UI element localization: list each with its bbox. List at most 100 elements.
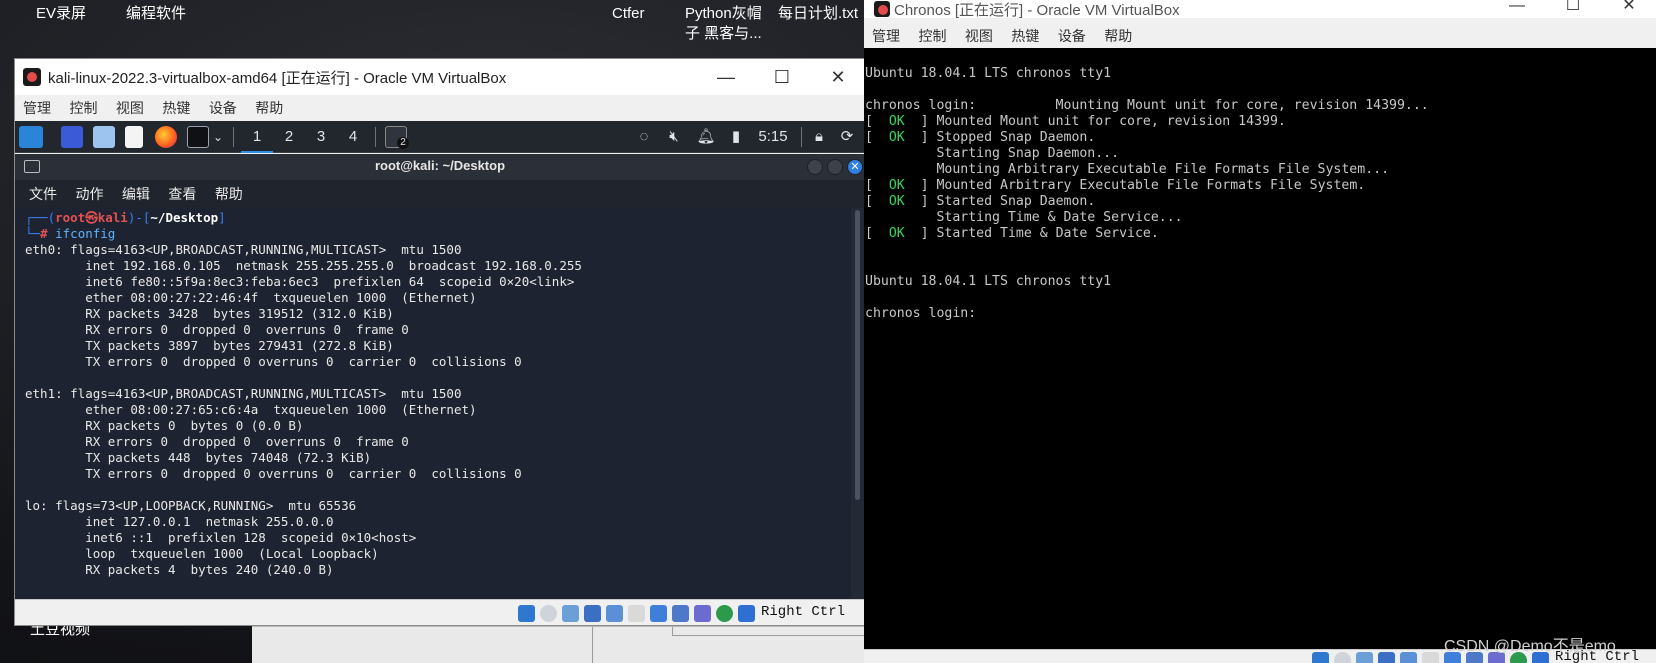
console-line: chronos login: bbox=[865, 306, 977, 321]
desktop-icon-ev-recorder[interactable]: EV录屏 bbox=[36, 4, 86, 24]
terminal-output-line: eth1: flags=4163<UP,BROADCAST,RUNNING,MU… bbox=[25, 386, 462, 401]
menu-devices[interactable]: 设备 bbox=[209, 95, 237, 121]
console-line: Ubuntu 18.04.1 LTS chronos tty1 bbox=[865, 274, 1112, 289]
console-line: Starting Time & Date Service... bbox=[865, 210, 1183, 225]
terminal-output-line: inet6 fe80::5f9a:8ec3:feba:6ec3 prefixle… bbox=[25, 274, 575, 289]
chronos-virtualbox-window[interactable]: Chronos [正在运行] - Oracle VM VirtualBox — … bbox=[864, 0, 1656, 663]
audio-icon[interactable] bbox=[562, 605, 579, 622]
lock-icon[interactable]: 🔒︎ bbox=[809, 121, 829, 153]
hard-disk-icon[interactable] bbox=[1312, 652, 1329, 663]
cpu-icon[interactable] bbox=[694, 605, 711, 622]
shared-folder-icon[interactable] bbox=[628, 605, 645, 622]
menu-hotkey[interactable]: 热键 bbox=[162, 95, 190, 121]
terminal-menu-file[interactable]: 文件 bbox=[29, 180, 57, 208]
hard-disk-icon[interactable] bbox=[518, 605, 535, 622]
console-ok-line: [ OK ] Started Snap Daemon. bbox=[865, 194, 1096, 209]
firefox-icon[interactable] bbox=[155, 126, 177, 148]
maximize-icon[interactable]: ☐ bbox=[1558, 0, 1588, 20]
console-line: Mounting Arbitrary Executable File Forma… bbox=[865, 162, 1390, 177]
desktop-show-icon[interactable] bbox=[61, 126, 83, 148]
kali-top-panel: ⌄ 1 2 3 4 2 ◌ 🔇︎ 🔔︎ ▮ 5:15 🔒︎ ⟳ bbox=[15, 121, 865, 153]
terminal-menu-help[interactable]: 帮助 bbox=[215, 180, 243, 208]
terminal-maximize-icon[interactable] bbox=[827, 159, 843, 175]
ok-status-label: OK bbox=[888, 130, 905, 145]
notification-bell-icon[interactable]: 🔔︎ bbox=[695, 121, 717, 153]
host-key-label: Right Ctrl bbox=[761, 604, 846, 620]
power-icon[interactable]: ⟳ bbox=[837, 121, 857, 153]
kali-dragon-menu-icon[interactable] bbox=[19, 126, 43, 148]
terminal-output-line: TX errors 0 dropped 0 overruns 0 carrier… bbox=[25, 354, 522, 369]
panel-clock[interactable]: 5:15 bbox=[753, 121, 793, 153]
menu-help[interactable]: 帮助 bbox=[255, 95, 283, 121]
terminal-output-line: RX errors 0 dropped 0 overruns 0 frame 0 bbox=[25, 434, 409, 449]
menu-manage[interactable]: 管理 bbox=[23, 95, 51, 121]
desktop-icon-python-book-line2: 子 黑客与... bbox=[685, 25, 762, 42]
console-ok-line: [ OK ] Started Time & Date Service. bbox=[865, 226, 1159, 241]
host-key-arrow-icon[interactable] bbox=[738, 605, 755, 622]
terminal-close-icon[interactable]: ✕ bbox=[847, 159, 863, 175]
ok-status-label: OK bbox=[888, 178, 905, 193]
text-editor-icon[interactable] bbox=[125, 126, 143, 148]
menu-help[interactable]: 帮助 bbox=[1104, 24, 1132, 48]
video-capture-icon[interactable] bbox=[672, 605, 689, 622]
menu-devices[interactable]: 设备 bbox=[1058, 24, 1086, 48]
terminal-output-line: inet6 ::1 prefixlen 128 scopeid 0×10<hos… bbox=[25, 530, 417, 545]
file-manager-icon[interactable] bbox=[93, 126, 115, 148]
menu-control[interactable]: 控制 bbox=[69, 95, 97, 121]
usb-icon[interactable] bbox=[606, 605, 623, 622]
terminal-menu-edit[interactable]: 编辑 bbox=[122, 180, 150, 208]
network-icon[interactable] bbox=[584, 605, 601, 622]
kali-virtualbox-window[interactable]: kali-linux-2022.3-virtualbox-amd64 [正在运行… bbox=[14, 58, 866, 626]
mouse-integration-icon[interactable] bbox=[716, 605, 733, 622]
workspace-2[interactable]: 2 bbox=[273, 121, 305, 153]
terminal-output-line: TX packets 3897 bytes 279431 (272.8 KiB) bbox=[25, 338, 394, 353]
terminal-output-line: TX errors 0 dropped 0 overruns 0 carrier… bbox=[25, 466, 522, 481]
optical-drive-icon[interactable] bbox=[1334, 652, 1351, 663]
chronos-console[interactable]: Ubuntu 18.04.1 LTS chronos tty1 chronos l… bbox=[864, 48, 1656, 649]
minimize-icon[interactable]: — bbox=[711, 63, 741, 91]
display-icon[interactable] bbox=[650, 605, 667, 622]
workspace-1[interactable]: 1 bbox=[241, 121, 273, 153]
mute-icon[interactable]: 🔇︎ bbox=[663, 121, 685, 153]
close-icon[interactable]: ✕ bbox=[1614, 0, 1644, 20]
desktop-icon-ctfer[interactable]: Ctfer bbox=[612, 4, 645, 24]
menu-manage[interactable]: 管理 bbox=[872, 24, 900, 48]
chronos-window-titlebar[interactable]: Chronos [正在运行] - Oracle VM VirtualBox — … bbox=[864, 0, 1656, 20]
workspace-4[interactable]: 4 bbox=[337, 121, 369, 153]
battery-icon[interactable]: ▮ bbox=[727, 121, 745, 153]
optical-drive-icon[interactable] bbox=[540, 605, 557, 622]
console-line: chronos login: Mounting Mount unit for c… bbox=[865, 98, 1429, 113]
terminal-menu-action[interactable]: 动作 bbox=[75, 180, 103, 208]
chevron-down-icon[interactable]: ⌄ bbox=[211, 121, 225, 153]
terminal-menu-view[interactable]: 查看 bbox=[168, 180, 196, 208]
close-icon[interactable]: ✕ bbox=[823, 63, 853, 91]
workspace-3[interactable]: 3 bbox=[305, 121, 337, 153]
terminal-output-line: TX packets 448 bytes 74048 (72.3 KiB) bbox=[25, 450, 372, 465]
terminal-prompt-line-1: ┌──(root㉿kali)-[~/Desktop] bbox=[25, 210, 226, 225]
terminal-output[interactable]: ┌──(root㉿kali)-[~/Desktop] └─# ifconfig … bbox=[15, 208, 851, 599]
maximize-icon[interactable]: ☐ bbox=[767, 63, 797, 91]
terminal-minimize-icon[interactable] bbox=[807, 159, 823, 175]
terminal-output-line: RX packets 0 bytes 0 (0.0 B) bbox=[25, 418, 304, 433]
shared-folder-icon[interactable] bbox=[1422, 652, 1439, 663]
terminal-launcher-icon[interactable] bbox=[187, 126, 209, 148]
desktop-icon-daily-plan[interactable]: 每日计划.txt bbox=[778, 4, 858, 24]
audio-icon[interactable] bbox=[1356, 652, 1373, 663]
minimize-icon[interactable]: — bbox=[1502, 0, 1532, 20]
menu-control[interactable]: 控制 bbox=[918, 24, 946, 48]
desktop-icon-programming-software[interactable]: 编程软件 bbox=[126, 4, 186, 24]
terminal-output-line: RX packets 3428 bytes 319512 (312.0 KiB) bbox=[25, 306, 394, 321]
kali-window-titlebar[interactable]: kali-linux-2022.3-virtualbox-amd64 [正在运行… bbox=[15, 59, 865, 95]
menu-view[interactable]: 视图 bbox=[965, 24, 993, 48]
usb-icon[interactable] bbox=[1400, 652, 1417, 663]
desktop-icon-python-book[interactable]: Python灰帽 bbox=[685, 4, 762, 24]
network-icon[interactable] bbox=[1378, 652, 1395, 663]
menu-view[interactable]: 视图 bbox=[116, 95, 144, 121]
terminal-titlebar[interactable]: root@kali: ~/Desktop ✕ bbox=[15, 154, 865, 180]
terminal-scrollbar[interactable] bbox=[851, 208, 865, 599]
chronos-window-title: Chronos [正在运行] - Oracle VM VirtualBox bbox=[894, 2, 1180, 19]
menu-hotkey[interactable]: 热键 bbox=[1011, 24, 1039, 48]
